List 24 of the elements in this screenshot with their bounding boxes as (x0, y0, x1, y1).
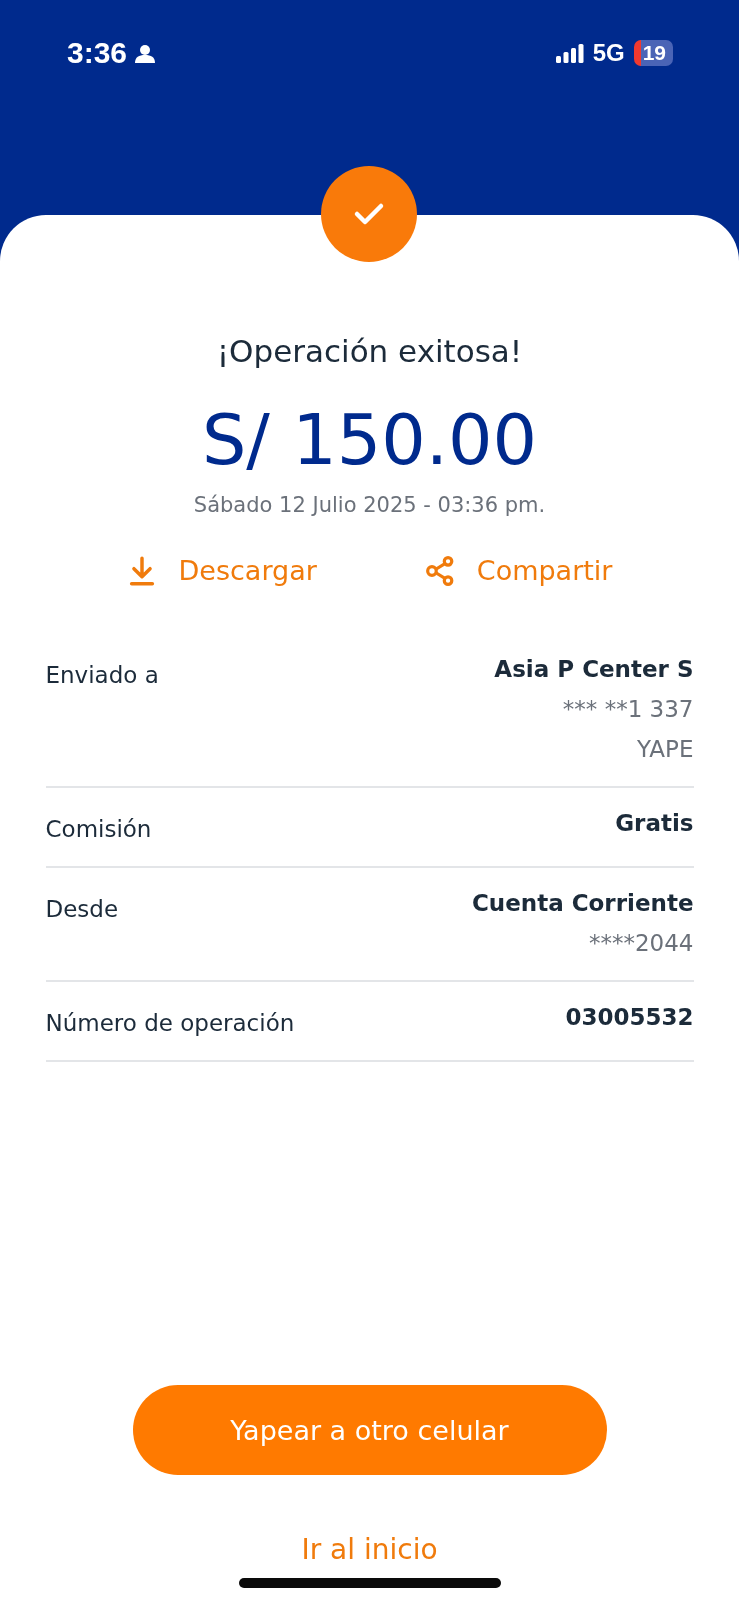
detail-label: Desde (45, 895, 119, 924)
signal-icon (555, 43, 584, 63)
operation-date: Sábado 12 Julio 2025 - 03:36 pm. (193, 493, 546, 517)
detail-value: Asia P Center S (494, 656, 694, 682)
detail-value: 03005532 (565, 1004, 694, 1030)
detail-value: Gratis (615, 810, 694, 836)
home-link[interactable]: Ir al inicio (301, 1533, 438, 1566)
status-time: 3:36 (67, 36, 128, 70)
battery-percentage: 19 (642, 41, 666, 65)
detail-label: Enviado a (45, 661, 159, 690)
detail-value: Cuenta Corriente (471, 890, 694, 916)
detail-label: Número de operación (45, 1009, 295, 1036)
primary-button[interactable]: Yapear a otro celular (132, 1385, 607, 1475)
amount-value: S/ 150.00 (201, 405, 538, 475)
person-icon (135, 43, 156, 63)
network-label: 5G (592, 39, 625, 67)
share-button[interactable]: Compartir (424, 555, 613, 586)
detail-value: ****2044 (588, 930, 694, 956)
share-icon (424, 555, 455, 586)
success-title: ¡Operación exitosa! (216, 333, 523, 369)
detail-label: Comisión (45, 815, 152, 842)
download-button[interactable]: Descargar (126, 555, 317, 586)
detail-value: YAPE (637, 736, 694, 762)
detail-value: *** **1 337 (562, 696, 694, 722)
